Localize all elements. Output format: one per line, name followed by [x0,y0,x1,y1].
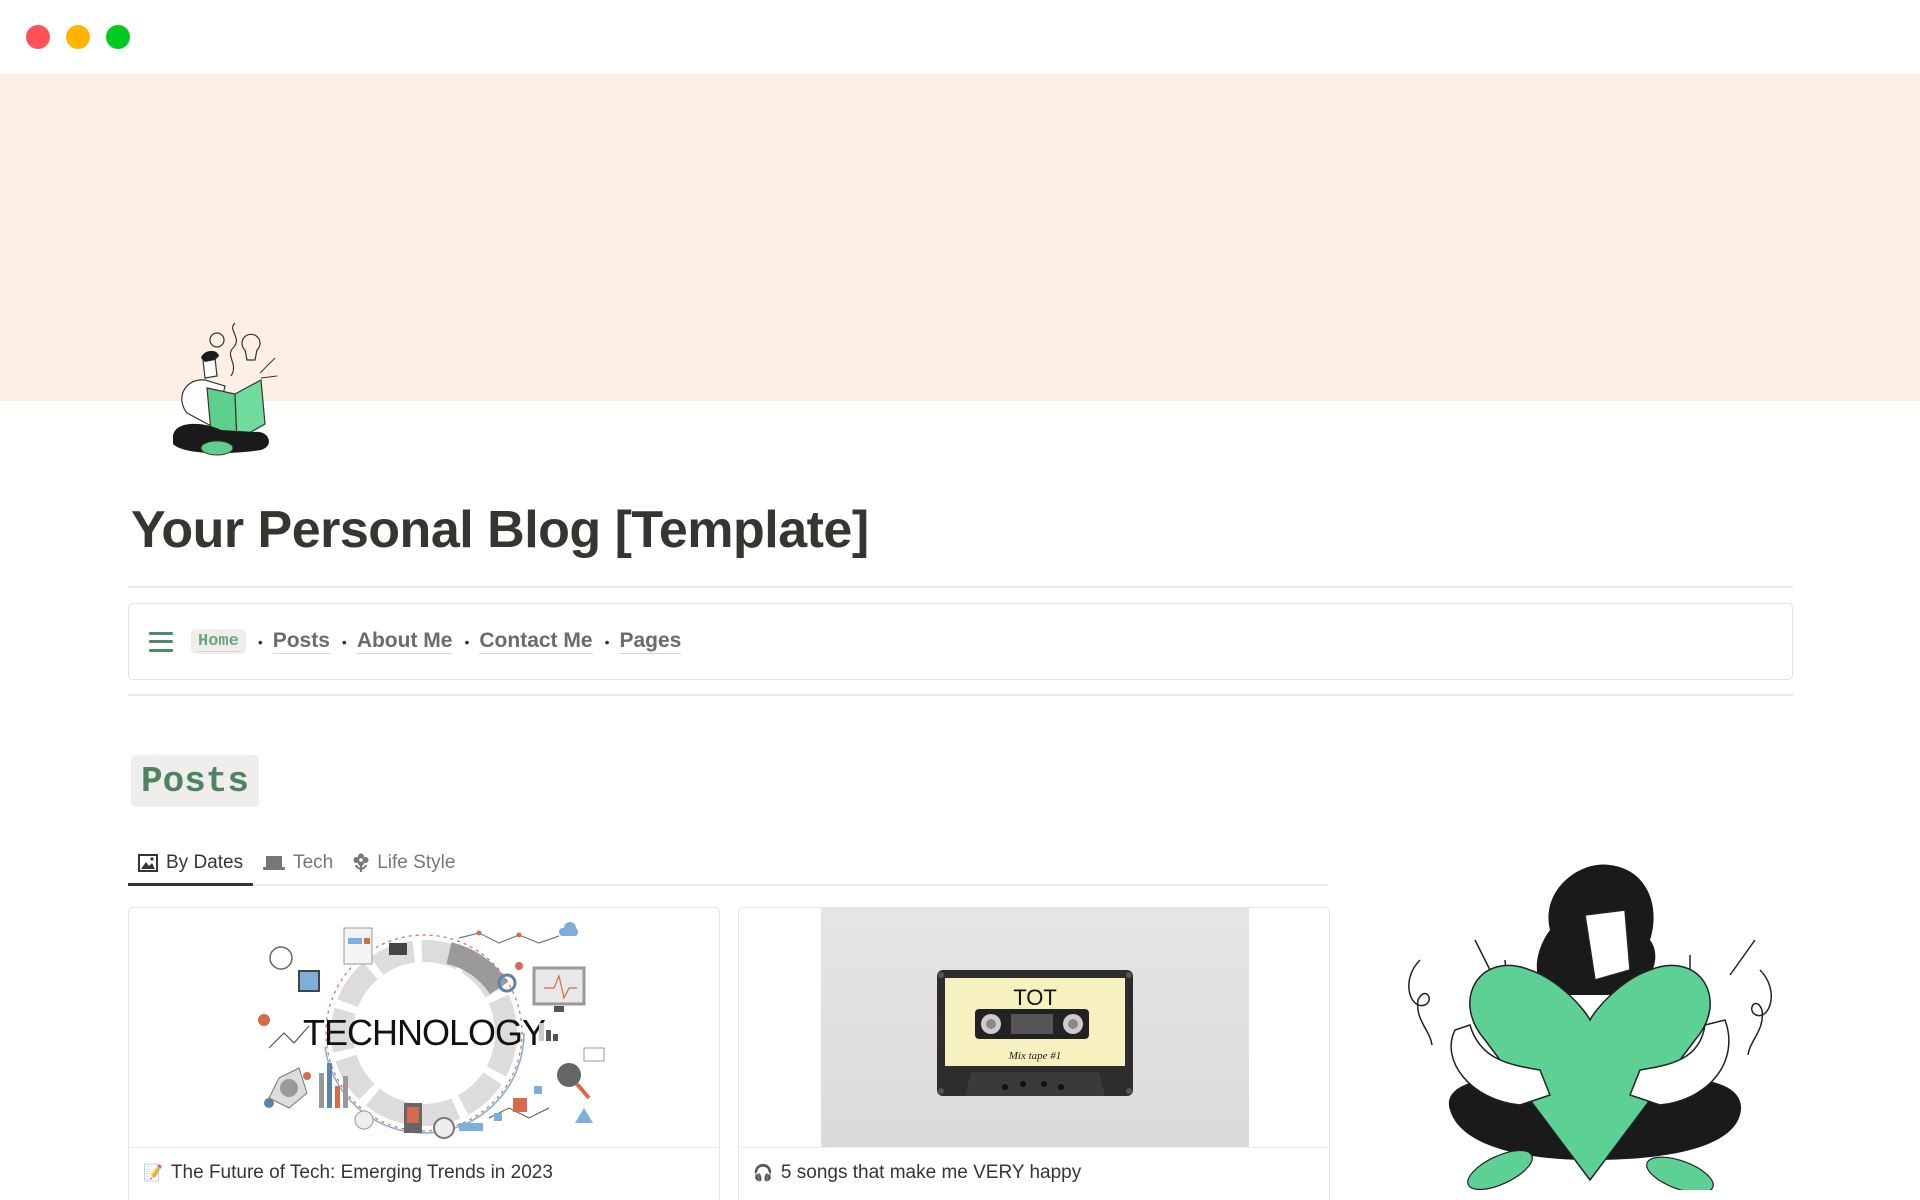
tab-label: By Dates [166,852,244,873]
page-cover [0,74,1920,401]
nav-link-contact-me[interactable]: Contact Me [479,629,593,655]
hamburger-menu-icon[interactable] [149,631,173,652]
nav-home-label: Home [198,632,239,652]
person-hugging-heart-icon [1408,864,1772,1194]
tab-label: Tech [293,852,334,873]
posts-heading: Posts [131,755,259,807]
post-card[interactable]: TOT Mix tape #1 🎧 5 songs that make me V… [738,907,1330,1200]
cassette-label-title: TOT [1013,985,1057,1010]
nav-separator: • [604,633,610,650]
nav-separator: • [341,633,347,650]
post-cover-technology: TECHNOLOGY [129,908,719,1148]
nav-separator: • [464,633,470,650]
tab-by-dates[interactable]: By Dates [128,842,254,886]
page-title: Your Personal Blog [Template] [131,501,869,559]
posts-view-tabs: By Dates Tech Life Style [128,842,1328,886]
tab-label: Life Style [377,852,456,873]
cassette-tape-image: TOT Mix tape #1 [937,970,1133,1096]
hugging-heart-illustration [1400,860,1780,1194]
maximize-window-button[interactable] [106,25,130,49]
nav-separator: • [257,633,263,650]
post-card[interactable]: TECHNOLOGY 📝 The Future of Tech: Emergin… [128,907,720,1200]
divider [128,586,1793,588]
tab-life-style[interactable]: Life Style [343,842,465,884]
post-title-text: The Future of Tech: Emerging Trends in 2… [170,1162,553,1183]
post-cover-cassette: TOT Mix tape #1 [739,908,1329,1148]
nav-bar: Home • Posts • About Me • Contact Me • P… [128,603,1793,680]
headphones-icon: 🎧 [753,1165,773,1182]
close-window-button[interactable] [26,25,50,49]
nav-link-about-me[interactable]: About Me [356,629,453,655]
nav-home-link[interactable]: Home [191,629,246,654]
cassette-label-subtitle: Mix tape #1 [1008,1050,1062,1062]
memo-icon: 📝 [143,1165,163,1182]
laptop-icon [263,856,286,870]
page-icon[interactable] [165,318,280,458]
flower-icon [353,853,369,872]
image-icon [138,854,158,872]
minimize-window-button[interactable] [66,25,90,49]
post-title-text: 5 songs that make me VERY happy [780,1162,1082,1183]
tab-tech[interactable]: Tech [253,842,343,884]
nav-link-pages[interactable]: Pages [619,629,682,655]
nav-link-posts[interactable]: Posts [272,629,330,655]
divider [128,694,1793,696]
reading-person-icon [173,322,278,456]
window-titlebar [0,0,1920,74]
post-title[interactable]: 🎧 5 songs that make me VERY happy [753,1162,1081,1184]
technology-collage-image: TECHNOLOGY [258,922,605,1139]
svg-text:TECHNOLOGY: TECHNOLOGY [303,1012,546,1053]
post-title[interactable]: 📝 The Future of Tech: Emerging Trends in… [143,1162,553,1184]
